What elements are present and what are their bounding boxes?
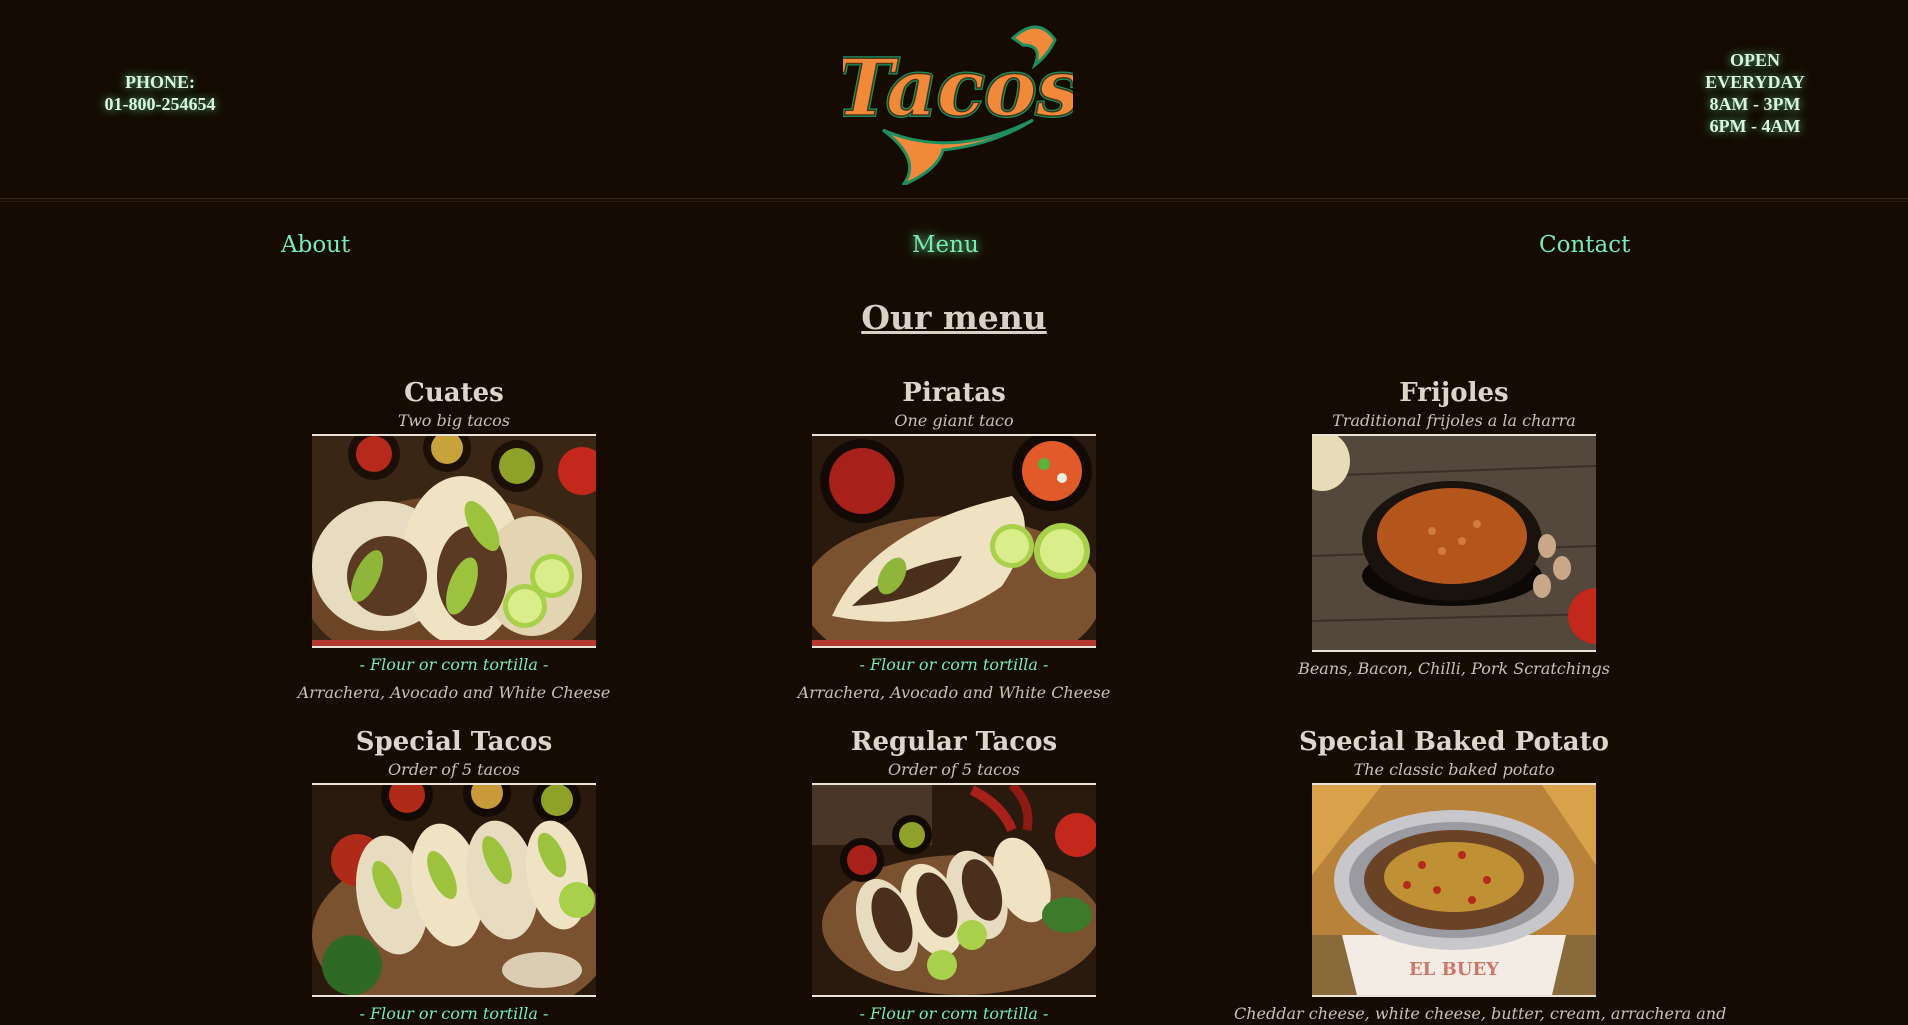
- menu-item-subtitle: Two big tacos: [398, 411, 510, 430]
- menu-item-subtitle: One giant taco: [894, 411, 1014, 430]
- menu-item-subtitle: Order of 5 tacos: [888, 760, 1020, 779]
- nav-contact[interactable]: Contact: [1539, 232, 1630, 258]
- menu-item-tortilla: - Flour or corn tortilla -: [359, 1004, 549, 1023]
- menu-item-name: Special Baked Potato: [1299, 727, 1609, 757]
- svg-text:EL BUEY: EL BUEY: [1409, 959, 1500, 980]
- logo-text-outline: Tacos: [843, 43, 1073, 134]
- menu-item-photo[interactable]: [1312, 434, 1596, 652]
- menu-item-subtitle: Order of 5 tacos: [388, 760, 520, 779]
- menu-item-name: Piratas: [902, 378, 1006, 408]
- hours-line-3: 8AM - 3PM: [1709, 94, 1801, 114]
- phone-label: PHONE:: [125, 72, 195, 92]
- menu-item-name: Cuates: [404, 378, 504, 408]
- tacos-logo[interactable]: Tacos Tacos: [834, 10, 1082, 187]
- menu-item-tortilla: - Flour or corn tortilla -: [359, 655, 549, 674]
- hours-line-4: 6PM - 4AM: [1709, 116, 1801, 136]
- menu-item-photo[interactable]: [812, 783, 1096, 997]
- menu-item-name: Regular Tacos: [850, 727, 1058, 757]
- page-title: Our menu: [861, 298, 1047, 337]
- menu-item-description: Arrachera, Avocado and White Cheese: [297, 683, 611, 702]
- site-header: PHONE: 01-800-254654 Tacos Tacos OPEN EV…: [0, 0, 1908, 202]
- hours-line-2: EVERYDAY: [1705, 72, 1805, 92]
- phone-info: PHONE: 01-800-254654: [80, 71, 240, 115]
- menu-item-photo[interactable]: [812, 434, 1096, 648]
- menu-item-tortilla: - Flour or corn tortilla -: [859, 655, 1049, 674]
- menu-item-regular-tacos: Regular Tacos Order of 5 tacos - Flour o…: [734, 725, 1174, 1025]
- menu-item-frijoles: Frijoles Traditional frijoles a la charr…: [1234, 376, 1674, 680]
- menu-item-name: Special Tacos: [355, 727, 553, 757]
- phone-number[interactable]: 01-800-254654: [80, 93, 240, 115]
- menu-item-photo[interactable]: EL BUEY: [1312, 783, 1596, 997]
- menu-item-special-tacos: Special Tacos Order of 5 tacos - Flour o…: [234, 725, 674, 1025]
- nav-about[interactable]: About: [281, 232, 350, 258]
- menu-item-tortilla: - Flour or corn tortilla -: [859, 1004, 1049, 1023]
- menu-item-photo[interactable]: [312, 783, 596, 997]
- menu-item-description: Cheddar cheese, white cheese, butter, cr…: [1234, 1004, 1727, 1023]
- menu-item-special-baked-potato: Special Baked Potato The classic baked p…: [1234, 725, 1727, 1025]
- menu-item-photo[interactable]: [312, 434, 596, 648]
- nav-menu[interactable]: Menu: [912, 232, 979, 258]
- menu-item-subtitle: The classic baked potato: [1353, 760, 1555, 779]
- opening-hours: OPEN EVERYDAY 8AM - 3PM 6PM - 4AM: [1675, 49, 1835, 137]
- menu-item-name: Frijoles: [1399, 378, 1509, 408]
- menu-item-description: Arrachera, Avocado and White Cheese: [797, 683, 1111, 702]
- menu-item-description: Beans, Bacon, Chilli, Pork Scratchings: [1298, 659, 1610, 678]
- menu-item-cuates: Cuates Two big tacos - Flour or corn tor…: [234, 376, 674, 704]
- menu-item-subtitle: Traditional frijoles a la charra: [1332, 411, 1576, 430]
- menu-item-piratas: Piratas One giant taco - Flour or corn t…: [734, 376, 1174, 704]
- hours-line-1: OPEN: [1729, 50, 1780, 70]
